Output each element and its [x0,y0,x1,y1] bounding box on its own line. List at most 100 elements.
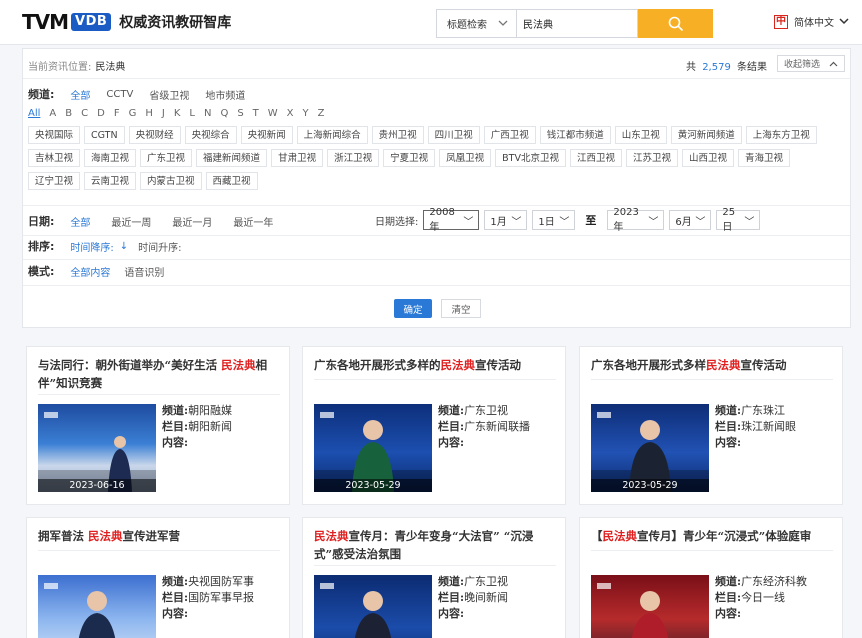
channel-chip[interactable]: 山东卫视 [614,126,667,144]
channel-chip[interactable]: 央视国际 [28,126,81,144]
channel-chip[interactable]: 福建新闻频道 [196,149,268,167]
channel-option[interactable]: 省级卫视 [149,87,189,102]
date-option[interactable]: 最近一月 [172,214,212,229]
date-option[interactable]: 最近一周 [111,214,151,229]
letter-index-item[interactable]: H [145,108,153,119]
letter-index-item[interactable]: Q [220,108,228,119]
letter-index-item[interactable]: X [287,108,294,119]
letter-index-item[interactable]: K [174,108,181,119]
channel-chip[interactable]: 央视财经 [128,126,181,144]
channel-chip[interactable]: 江西卫视 [569,149,622,167]
card-title[interactable]: 拥军普法 民法典宣传进军营 [38,527,278,545]
date-option[interactable]: 全部 [70,214,90,229]
card-divider [591,550,833,551]
letter-index-item[interactable]: C [81,108,88,119]
confirm-button[interactable]: 确定 [394,299,432,318]
site-logo[interactable]: TVM VDB 权威资讯教研智库 [22,12,231,32]
video-thumbnail[interactable] [591,575,709,638]
from-month-select[interactable]: 1月 ﹀ [484,210,528,230]
letter-index-item[interactable]: S [237,108,243,119]
letter-index-item[interactable]: A [49,108,56,119]
letter-index-item[interactable]: J [162,108,165,119]
video-thumbnail[interactable]: 2023-05-29 [591,404,709,492]
from-day-select[interactable]: 1日 ﹀ [532,210,576,230]
video-thumbnail[interactable]: 2023-06-16 [38,404,156,492]
card-title[interactable]: 广东各地开展形式多样的民法典宣传活动 [314,356,554,374]
channel-chip[interactable]: CGTN [84,126,125,144]
channel-chip[interactable]: 贵州卫视 [371,126,424,144]
channel-chip[interactable]: 吉林卫视 [28,149,81,167]
letter-index-item[interactable]: All [28,108,40,119]
sort-desc-option[interactable]: 时间降序: [70,239,113,254]
card-title[interactable]: 与法同行：朝外街道举办“美好生活 民法典相伴”知识竞赛 [38,356,278,392]
mode-option[interactable]: 语音识别 [124,264,164,279]
search-input[interactable] [516,9,638,38]
channel-chip[interactable]: 央视综合 [184,126,237,144]
channel-chip[interactable]: 西藏卫视 [205,172,258,190]
channel-chip[interactable]: BTV北京卫视 [495,149,566,167]
letter-index-item[interactable]: Y [303,108,309,119]
video-thumbnail[interactable] [314,575,432,638]
channel-chip[interactable]: 青海卫视 [738,149,791,167]
mode-option[interactable]: 全部内容 [70,264,110,279]
to-month-select[interactable]: 6月 ﹀ [669,210,712,230]
letter-index-item[interactable]: L [189,108,195,119]
channel-chip[interactable]: 甘肃卫视 [271,149,324,167]
result-card[interactable]: 民法典宣传月：青少年变身“大法官” “沉浸式”感受法治氛围 频道:广东卫视 栏目… [302,517,566,638]
channel-chip[interactable]: 上海东方卫视 [745,126,817,144]
to-day-select[interactable]: 25日 ﹀ [716,207,761,233]
letter-index-item[interactable]: N [204,108,211,119]
letter-index-item[interactable]: B [65,108,72,119]
letter-index-item[interactable]: F [114,108,120,119]
channel-option[interactable]: 地市频道 [205,87,245,102]
collapse-filter-button[interactable]: 收起筛选 [777,55,845,72]
channel-chip[interactable]: 广西卫视 [483,126,536,144]
channel-chip[interactable]: 海南卫视 [84,149,137,167]
letter-index-item[interactable]: Z [318,108,325,119]
location-row: 当前资讯位置: 民法典 共 2,579 条结果 收起筛选 [23,49,850,79]
channel-chip[interactable]: 上海新闻综合 [296,126,368,144]
date-option[interactable]: 最近一年 [233,214,273,229]
letter-index-item[interactable]: D [97,108,105,119]
channel-chip[interactable]: 宁夏卫视 [383,149,436,167]
card-divider [38,550,280,551]
result-card[interactable]: 与法同行：朝外街道举办“美好生活 民法典相伴”知识竞赛 2023-06-16 频… [26,346,290,505]
video-thumbnail[interactable]: 2023-05-29 [314,404,432,492]
channel-chip[interactable]: 广东卫视 [140,149,193,167]
letter-index-item[interactable]: G [129,108,137,119]
channel-chip[interactable]: 黄河新闻频道 [670,126,742,144]
channel-chip[interactable]: 浙江卫视 [327,149,380,167]
from-year-select[interactable]: 2008年 ﹀ [423,207,480,233]
search-button[interactable] [638,9,713,38]
channel-chip[interactable]: 辽宁卫视 [28,172,81,190]
card-title-text: 宣传月】青少年“沉浸式”体验庭审 [637,529,812,543]
channel-chip[interactable]: 江苏卫视 [625,149,678,167]
result-card[interactable]: 拥军普法 民法典宣传进军营 频道:央视国防军事 栏目:国防军事早报 内容: [26,517,290,638]
chevron-down-icon: ﹀ [648,216,659,228]
channel-chip[interactable]: 山西卫视 [681,149,734,167]
clear-button[interactable]: 清空 [441,299,481,318]
sort-asc-option[interactable]: 时间升序: [138,239,181,254]
letter-index-item[interactable]: T [253,108,259,119]
channel-chip[interactable]: 凤凰卫视 [439,149,492,167]
channel-chip[interactable]: 钱江都市频道 [539,126,611,144]
to-year-select[interactable]: 2023年 ﹀ [607,207,665,233]
result-card[interactable]: 广东各地开展形式多样的民法典宣传活动 2023-05-29 频道:广东卫视 栏目… [302,346,566,505]
channel-option[interactable]: 全部 [70,87,90,102]
channel-chip[interactable]: 云南卫视 [84,172,137,190]
channel-option[interactable]: CCTV [106,89,133,100]
channel-chip[interactable]: 四川卫视 [427,126,480,144]
collapse-label: 收起筛选 [784,60,821,70]
video-thumbnail[interactable] [38,575,156,638]
search-type-select[interactable]: 标题检索 [436,9,516,38]
letter-index-item[interactable]: W [268,108,278,119]
channel-chip[interactable]: 内蒙古卫视 [140,172,202,190]
card-title[interactable]: 广东各地开展形式多样民法典宣传活动 [591,356,831,374]
result-card[interactable]: 【民法典宣传月】青少年“沉浸式”体验庭审 频道:广东经济科教 栏目:今日一线 内… [579,517,843,638]
meta-content: 内容: [162,606,254,622]
card-title[interactable]: 【民法典宣传月】青少年“沉浸式”体验庭审 [591,527,831,545]
card-title[interactable]: 民法典宣传月：青少年变身“大法官” “沉浸式”感受法治氛围 [314,527,554,563]
channel-chip[interactable]: 央视新闻 [240,126,293,144]
result-card[interactable]: 广东各地开展形式多样民法典宣传活动 2023-05-29 频道:广东珠江 栏目:… [579,346,843,505]
language-switcher[interactable]: 中 简体中文 [774,14,849,29]
